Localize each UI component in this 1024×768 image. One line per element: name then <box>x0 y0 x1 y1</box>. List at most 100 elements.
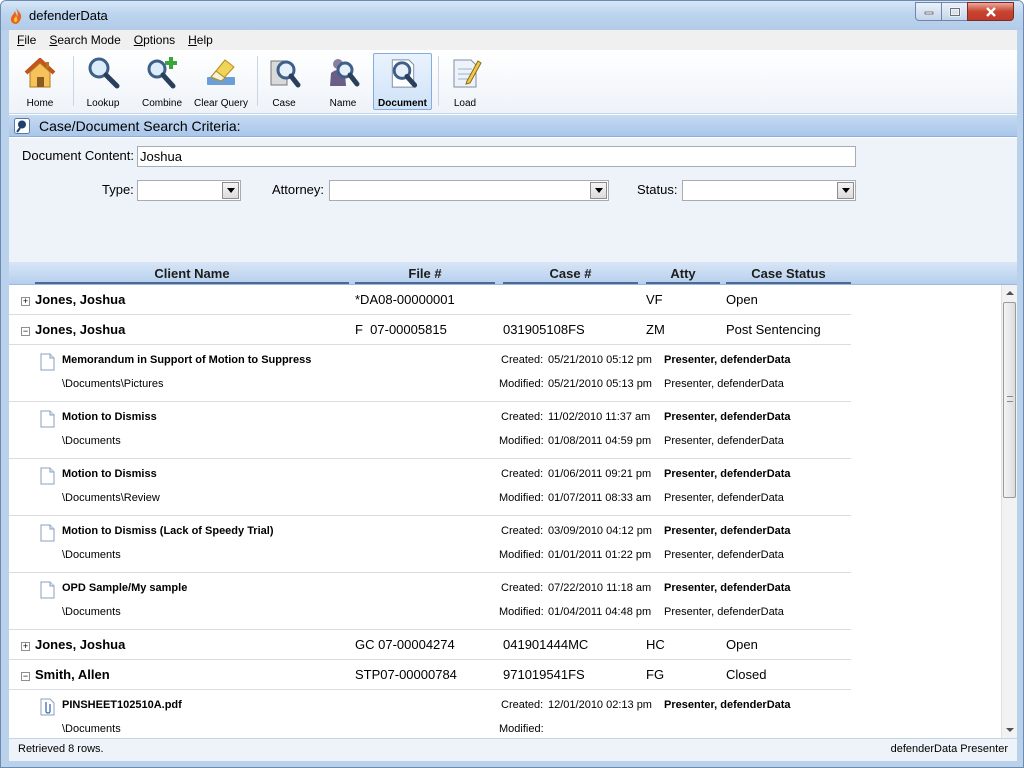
lookup-button[interactable]: Lookup <box>79 53 127 110</box>
client-area: File Search Mode Options Help Home Looku… <box>9 30 1017 761</box>
scroll-down-arrow-icon[interactable] <box>1002 722 1018 738</box>
toolbar-separator <box>73 56 74 106</box>
attorney-label: Attorney: <box>272 182 325 197</box>
scrollbar-thumb[interactable] <box>1003 302 1016 498</box>
case-number: 031905108FS <box>503 322 585 337</box>
type-label: Type: <box>102 182 134 197</box>
clear-query-button[interactable]: Clear Query <box>193 53 249 110</box>
combine-button[interactable]: Combine <box>137 53 187 110</box>
modified-label: Modified: <box>499 549 544 561</box>
case-row[interactable]: − Jones, Joshua F 07-00005815 031905108F… <box>9 315 851 345</box>
created-label: Created: <box>501 525 544 537</box>
column-header-file-number[interactable]: File # <box>355 266 495 284</box>
column-header-client-name[interactable]: Client Name <box>35 266 349 284</box>
case-search-icon <box>270 60 301 88</box>
document-label: Document <box>378 98 427 109</box>
client-name: Jones, Joshua <box>35 322 126 337</box>
expand-icon[interactable]: + <box>21 642 30 651</box>
expand-icon[interactable]: + <box>21 297 30 306</box>
document-row[interactable]: Motion to Dismiss \Documents Created: 11… <box>9 402 851 459</box>
chevron-down-icon[interactable] <box>837 182 854 199</box>
created-date: 01/06/2011 09:21 pm <box>548 468 652 480</box>
created-label: Created: <box>501 699 544 711</box>
modified-label: Modified: <box>499 378 544 390</box>
created-label: Created: <box>501 411 544 423</box>
case-row[interactable]: + Jones, Joshua GC 07-00004274 041901444… <box>9 630 851 660</box>
collapse-icon[interactable]: − <box>21 327 30 336</box>
file-number: GC 07-00004274 <box>355 637 455 652</box>
modified-by: Presenter, defenderData <box>664 492 784 504</box>
minimize-button[interactable] <box>915 2 942 21</box>
maximize-button[interactable] <box>941 2 968 21</box>
document-content-label: Document Content: <box>22 148 135 163</box>
client-name: Smith, Allen <box>35 667 110 682</box>
document-row[interactable]: OPD Sample/My sample \Documents Created:… <box>9 573 851 630</box>
paperclip-document-icon <box>40 698 55 716</box>
collapse-icon[interactable]: − <box>21 672 30 681</box>
document-title: PINSHEET102510A.pdf <box>62 699 182 711</box>
case-row[interactable]: + Jones, Joshua *DA08-00000001 VF Open <box>9 285 851 315</box>
attorney-select[interactable] <box>329 180 609 201</box>
modified-by: Presenter, defenderData <box>664 606 784 618</box>
document-row[interactable]: Memorandum in Support of Motion to Suppr… <box>9 345 851 402</box>
case-row[interactable]: − Smith, Allen STP07-00000784 971019541F… <box>9 660 851 690</box>
load-button[interactable]: Load <box>445 53 485 110</box>
document-row[interactable]: PINSHEET102510A.pdf \Documents Created: … <box>9 690 851 738</box>
modified-date: 01/01/2011 01:22 pm <box>548 549 652 561</box>
name-search-icon <box>330 59 360 87</box>
document-path: \Documents <box>62 723 121 735</box>
status-select[interactable] <box>682 180 856 201</box>
modified-label: Modified: <box>499 492 544 504</box>
clear-query-label: Clear Query <box>194 98 248 109</box>
document-row[interactable]: Motion to Dismiss (Lack of Speedy Trial)… <box>9 516 851 573</box>
case-number: 041901444MC <box>503 637 589 652</box>
client-name: Jones, Joshua <box>35 637 126 652</box>
document-title: OPD Sample/My sample <box>62 582 188 594</box>
load-icon <box>453 59 482 88</box>
document-content-input[interactable]: Joshua <box>137 146 856 167</box>
close-icon <box>985 6 996 17</box>
document-icon <box>40 581 55 599</box>
document-path: \Documents <box>62 549 121 561</box>
combine-label: Combine <box>141 98 183 109</box>
document-title: Motion to Dismiss <box>62 411 157 423</box>
home-button[interactable]: Home <box>15 53 65 110</box>
chevron-down-icon[interactable] <box>590 182 607 199</box>
home-label: Home <box>26 98 54 109</box>
home-icon <box>24 58 56 88</box>
modified-by: Presenter, defenderData <box>664 435 784 447</box>
created-by: Presenter, defenderData <box>664 468 791 480</box>
menu-search-mode[interactable]: Search Mode <box>44 33 125 47</box>
case-button[interactable]: Case <box>263 53 305 110</box>
document-button[interactable]: Document <box>373 53 432 110</box>
criteria-title: Case/Document Search Criteria: <box>39 118 241 134</box>
document-search-icon <box>14 118 30 134</box>
column-header-atty[interactable]: Atty <box>646 266 720 284</box>
created-date: 03/09/2010 04:12 pm <box>548 525 652 537</box>
modified-date: 01/04/2011 04:48 pm <box>548 606 652 618</box>
vertical-scrollbar[interactable] <box>1001 285 1017 738</box>
name-label: Name <box>329 98 357 109</box>
chevron-down-icon[interactable] <box>222 182 239 199</box>
modified-by: Presenter, defenderData <box>664 378 784 390</box>
document-row[interactable]: Motion to Dismiss \Documents\Review Crea… <box>9 459 851 516</box>
document-title: Memorandum in Support of Motion to Suppr… <box>62 354 312 366</box>
name-button[interactable]: Name <box>322 53 364 110</box>
created-date: 07/22/2010 11:18 am <box>548 582 652 594</box>
criteria-header: Case/Document Search Criteria: <box>9 115 1017 137</box>
close-button[interactable] <box>967 2 1014 21</box>
document-search-icon <box>391 59 417 88</box>
scroll-up-arrow-icon[interactable] <box>1002 285 1018 301</box>
menu-options[interactable]: Options <box>129 33 180 47</box>
column-header-case-number[interactable]: Case # <box>503 266 638 284</box>
atty: HC <box>646 637 665 652</box>
menu-file[interactable]: File <box>12 33 41 47</box>
column-header-case-status[interactable]: Case Status <box>726 266 851 284</box>
atty: FG <box>646 667 665 682</box>
title-bar[interactable]: defenderData <box>1 1 1023 30</box>
modified-label: Modified: <box>499 606 544 618</box>
created-label: Created: <box>501 582 544 594</box>
status-user: defenderData Presenter <box>890 743 1008 755</box>
type-select[interactable] <box>137 180 241 201</box>
menu-help[interactable]: Help <box>183 33 218 47</box>
